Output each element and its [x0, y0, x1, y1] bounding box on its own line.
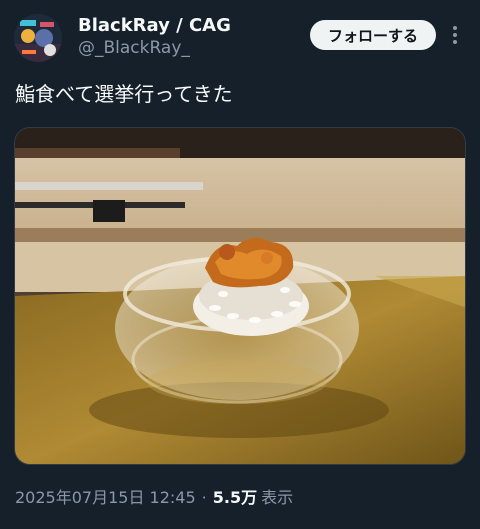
tweet-meta: 2025年07月15日 12:45 · 5.5万 表示 [15, 484, 293, 508]
more-vertical-icon[interactable] [448, 22, 462, 48]
tweet-text: 鮨食べて選挙行ってきた [15, 82, 233, 106]
sushi-photo-image [15, 128, 465, 464]
follow-button[interactable]: フォローする [310, 20, 436, 50]
views-count: 5.5万 [212, 488, 258, 507]
tweet-header: BlackRay / CAG @_BlackRay_ フォローする [0, 0, 480, 70]
views-label: 表示 [261, 488, 294, 507]
avatar-image [14, 14, 62, 62]
user-handle[interactable]: @_BlackRay_ [78, 38, 190, 58]
avatar[interactable] [14, 14, 62, 62]
tweet-photo[interactable] [14, 127, 466, 465]
tweet-timestamp[interactable]: 2025年07月15日 12:45 [15, 484, 196, 508]
display-name[interactable]: BlackRay / CAG [78, 15, 231, 36]
meta-separator: · [201, 488, 207, 507]
